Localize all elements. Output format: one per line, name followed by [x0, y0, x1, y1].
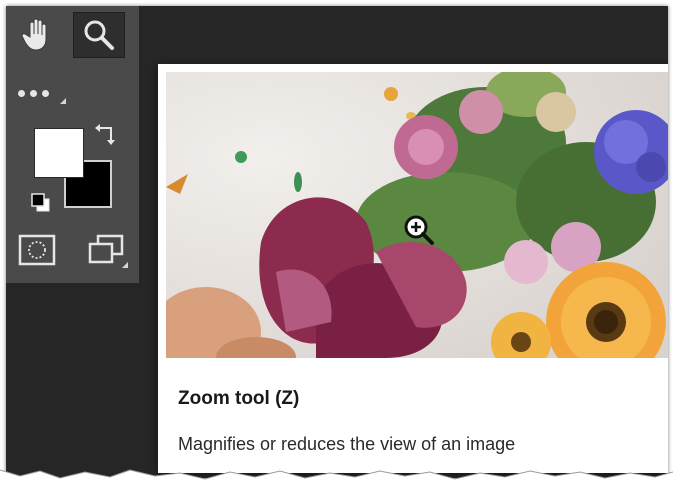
default-colors-icon[interactable] — [30, 192, 52, 214]
flower-bouquet-image — [166, 72, 668, 358]
torn-paper-edge — [0, 469, 673, 487]
hand-icon — [21, 18, 47, 51]
ellipsis-icon — [18, 89, 25, 97]
foreground-color-swatch[interactable] — [34, 128, 84, 178]
tooltip-preview-image — [166, 72, 668, 358]
edit-toolbar-button[interactable] — [18, 80, 68, 106]
hand-tool-button[interactable] — [12, 12, 64, 58]
photoshop-window: Zoom tool (Z) Magnifies or reduces the v… — [6, 6, 668, 478]
magnifier-icon — [84, 20, 114, 50]
tools-panel — [6, 6, 139, 283]
tooltip-title: Zoom tool (Z) — [178, 388, 300, 409]
flyout-indicator-icon — [60, 98, 66, 104]
zoom-tool-button[interactable] — [73, 12, 125, 58]
tooltip-description: Magnifies or reduces the view of an imag… — [178, 434, 516, 454]
tool-tooltip: Zoom tool (Z) Magnifies or reduces the v… — [158, 64, 668, 473]
swap-colors-icon[interactable] — [94, 122, 120, 148]
quick-mask-icon[interactable] — [18, 234, 56, 266]
screen-mode-icon[interactable] — [84, 232, 128, 270]
